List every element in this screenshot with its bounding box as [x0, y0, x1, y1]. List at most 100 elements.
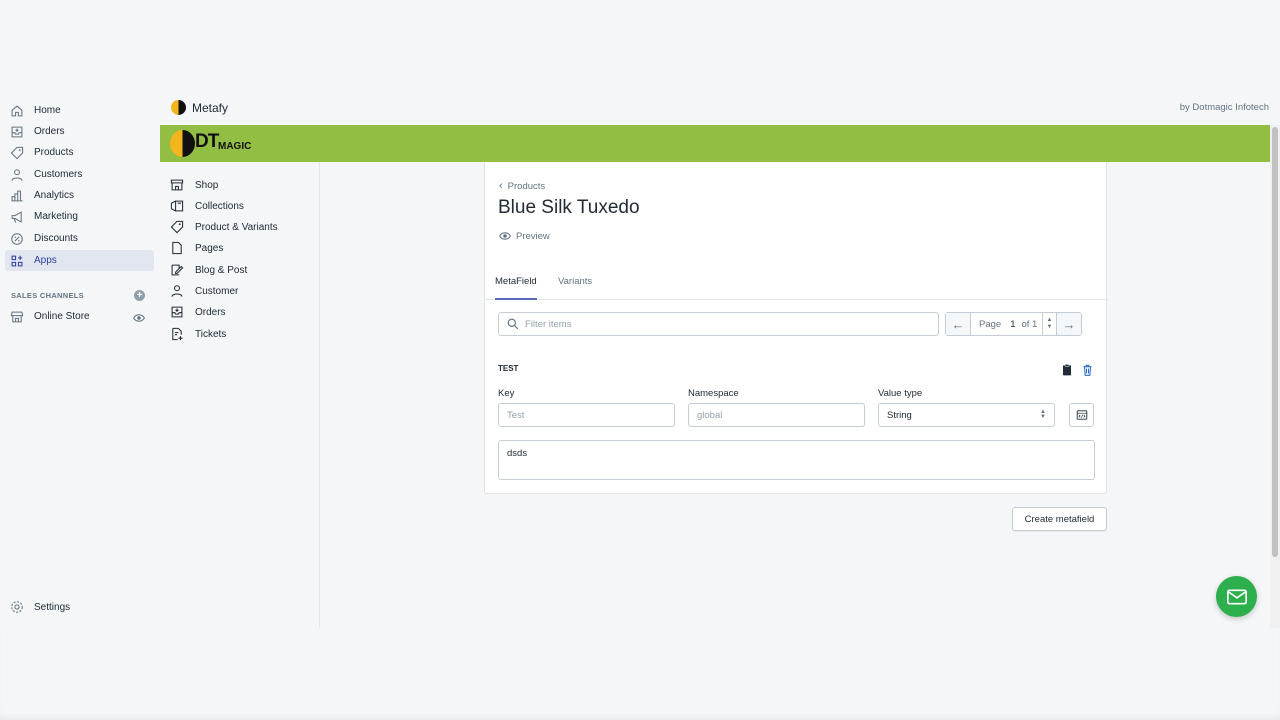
app-logo-icon: [171, 100, 186, 115]
select-arrows-icon: ▲ ▼: [1040, 409, 1046, 420]
create-metafield-button[interactable]: Create metafield: [1012, 507, 1107, 531]
search-icon: [507, 318, 519, 330]
settings-label: Settings: [34, 601, 71, 613]
breadcrumb[interactable]: ‹ Products: [499, 180, 545, 192]
preview-label: Preview: [516, 230, 550, 242]
tag-icon: [10, 146, 24, 160]
arrow-left-icon: ←: [951, 316, 965, 332]
nav-item-online-store[interactable]: Online Store: [5, 306, 154, 327]
app-nav-customer[interactable]: Customer: [170, 282, 238, 300]
home-icon: [10, 104, 24, 118]
collections-icon: [170, 199, 184, 213]
metafield-value-textarea[interactable]: dsds: [498, 440, 1095, 480]
apps-icon: [10, 254, 24, 268]
eye-icon: [499, 232, 511, 240]
page-label: Page: [979, 318, 1002, 330]
app-nav-label: Collections: [195, 200, 244, 212]
scroll-thumb[interactable]: [1272, 127, 1278, 557]
key-field[interactable]: Test: [498, 403, 675, 427]
caret-up-icon[interactable]: ▲: [1047, 317, 1053, 324]
arrow-right-icon: →: [1062, 316, 1076, 332]
code-editor-button[interactable]: [1069, 403, 1094, 427]
add-channel-icon[interactable]: +: [134, 290, 145, 301]
nav-label-apps: Apps: [34, 255, 57, 266]
nav-item-apps[interactable]: Apps: [5, 250, 154, 271]
person-icon: [10, 168, 24, 182]
shop-icon: [170, 178, 184, 192]
caret-down-icon[interactable]: ▼: [1047, 324, 1053, 331]
person-icon: [170, 284, 184, 298]
app-nav-shop[interactable]: Shop: [170, 176, 218, 194]
breadcrumb-label: Products: [507, 180, 546, 192]
namespace-field[interactable]: global: [688, 403, 865, 427]
nav-label-orders: Orders: [34, 126, 65, 137]
orders-icon: [10, 125, 24, 139]
page-bottom-area: [0, 628, 1280, 720]
app-nav-blog-post[interactable]: Blog & Post: [170, 261, 247, 279]
app-nav-label: Tickets: [195, 328, 227, 340]
page-title: Blue Silk Tuxedo: [498, 197, 640, 218]
dotmagic-logo-icon: [170, 130, 195, 157]
gear-icon: [11, 601, 23, 613]
nav-label-products: Products: [34, 147, 74, 158]
app-nav-collections[interactable]: Collections: [170, 197, 244, 215]
nav-item-customers[interactable]: Customers: [5, 164, 154, 185]
tab-metafield[interactable]: MetaField: [495, 276, 537, 300]
blog-icon: [170, 263, 184, 277]
app-nav-orders[interactable]: Orders: [170, 303, 226, 321]
nav-item-settings[interactable]: Settings: [10, 600, 70, 614]
page-indicator: Page 1 of 1 ▲ ▼: [971, 313, 1056, 335]
metafield-title: TEST: [498, 364, 519, 373]
store-icon: [10, 310, 24, 324]
app-nav-pages[interactable]: Pages: [170, 239, 223, 257]
next-page-button[interactable]: →: [1056, 313, 1081, 335]
clipboard-icon[interactable]: [1062, 364, 1072, 376]
value-type-select[interactable]: String ▲ ▼: [878, 403, 1055, 427]
logo-text: DT: [195, 131, 219, 152]
app-nav-label: Orders: [195, 306, 226, 318]
nav-item-discounts[interactable]: Discounts: [5, 228, 154, 249]
nav-label-online-store: Online Store: [34, 311, 90, 322]
nav-item-home[interactable]: Home: [5, 100, 154, 121]
discount-icon: [10, 232, 24, 246]
page-of-label: of 1: [1021, 318, 1038, 330]
chevron-left-icon: ‹: [499, 180, 503, 192]
nav-item-orders[interactable]: Orders: [5, 121, 154, 142]
prev-page-button[interactable]: ←: [946, 313, 971, 335]
trash-icon[interactable]: [1082, 364, 1093, 376]
view-store-eye-icon[interactable]: [133, 312, 145, 324]
nav-label-customers: Customers: [34, 169, 83, 180]
nav-item-marketing[interactable]: Marketing: [5, 206, 154, 227]
nav-item-analytics[interactable]: Analytics: [5, 185, 154, 206]
tag-icon: [170, 220, 184, 234]
key-label: Key: [498, 388, 515, 399]
orders-icon: [170, 305, 184, 319]
sales-channels-heading: SALES CHANNELS: [11, 291, 84, 300]
value-type-label: Value type: [878, 388, 923, 399]
filter-input[interactable]: Filter items: [498, 312, 939, 336]
app-nav-label: Pages: [195, 242, 224, 254]
megaphone-icon: [10, 210, 24, 224]
app-nav-tickets[interactable]: Tickets: [170, 325, 226, 343]
nav-label-analytics: Analytics: [34, 190, 75, 201]
developer-credit[interactable]: by Dotmagic Infotech: [1180, 102, 1269, 113]
app-nav-label: Product & Variants: [195, 221, 278, 233]
nav-label-marketing: Marketing: [34, 211, 78, 222]
page-number-input[interactable]: 1: [1010, 319, 1015, 330]
page-stepper[interactable]: ▲ ▼: [1042, 313, 1056, 335]
logo-subtext: MAGIC: [218, 141, 252, 152]
code-icon: [1076, 410, 1087, 420]
product-metafield-card: ‹ Products Blue Silk Tuxedo Preview Meta…: [484, 162, 1108, 494]
tab-variants[interactable]: Variants: [558, 276, 592, 300]
preview-link[interactable]: Preview: [499, 230, 550, 242]
nav-item-products[interactable]: Products: [5, 142, 154, 163]
app-nav-product-variants[interactable]: Product & Variants: [170, 218, 278, 236]
nav-label-discounts: Discounts: [34, 233, 78, 244]
app-nav-label: Shop: [195, 179, 219, 191]
app-topbar: Metafy by Dotmagic Infotech: [160, 94, 1280, 125]
contact-chat-button[interactable]: [1216, 576, 1257, 617]
namespace-label: Namespace: [688, 388, 739, 399]
app-nav-label: Customer: [195, 285, 239, 297]
bar-chart-icon: [10, 189, 24, 203]
scrollbar[interactable]: [1270, 125, 1280, 628]
